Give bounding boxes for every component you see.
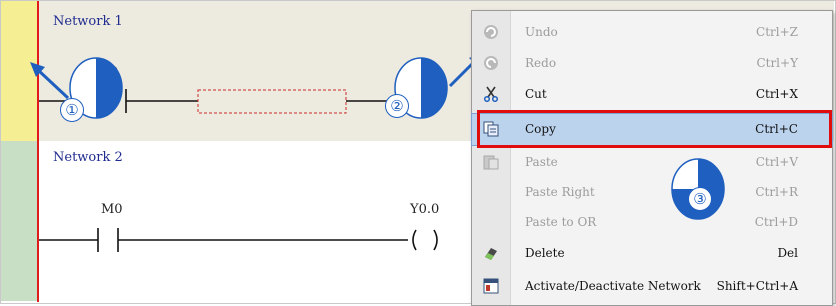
menu-item-label: Undo [525, 25, 558, 39]
network-2-rung [39, 228, 438, 252]
menu-item-shortcut: Ctrl+Y [756, 56, 798, 70]
redo-icon [483, 55, 499, 71]
menu-item-shortcut: Ctrl+X [755, 87, 798, 101]
callout-2: ② [385, 56, 453, 120]
callout-1: ① [60, 56, 128, 122]
menu-item-label: Paste to OR [525, 215, 597, 229]
callout-1-number: ① [60, 98, 84, 122]
eraser-icon [483, 245, 499, 261]
callout-3: ③ [666, 157, 730, 221]
menu-item-label: Delete [525, 246, 565, 260]
scissors-icon [483, 86, 499, 103]
menu-item-cut[interactable]: Cut Ctrl+X [472, 79, 832, 110]
menu-item-label: Cut [525, 87, 547, 101]
menu-item-shortcut: Shift+Ctrl+A [716, 279, 798, 293]
callout-2-number: ② [385, 94, 409, 118]
menu-item-redo[interactable]: Redo Ctrl+Y [472, 48, 832, 79]
menu-item-label: Paste Right [525, 185, 595, 199]
paste-icon [483, 154, 499, 170]
menu-item-shortcut: Ctrl+V [755, 155, 798, 169]
menu-item-shortcut: Ctrl+R [755, 185, 798, 199]
menu-item-shortcut: Ctrl+Z [756, 25, 798, 39]
menu-item-paste-to-or[interactable]: Paste to OR Ctrl+D [472, 207, 832, 238]
callout-3-number: ③ [688, 187, 712, 211]
network-toggle-icon [483, 278, 499, 294]
menu-item-paste-right[interactable]: Paste Right Ctrl+R [472, 177, 832, 208]
empty-instruction-placeholder [197, 89, 347, 114]
menu-item-label: Redo [525, 56, 557, 70]
network-2-coil [412, 229, 417, 251]
copy-highlight-frame [477, 110, 832, 148]
menu-item-delete[interactable]: Delete Del [472, 238, 832, 269]
menu-item-activate-deactivate-network[interactable]: Activate/Deactivate Network Shift+Ctrl+A [472, 271, 832, 302]
context-menu: Undo Ctrl+Z Redo Ctrl+Y Cut Ctrl+X Copy … [471, 10, 833, 306]
menu-item-label: Activate/Deactivate Network [525, 279, 701, 293]
menu-item-shortcut: Del [777, 246, 798, 260]
menu-item-label: Paste [525, 155, 558, 169]
menu-item-paste[interactable]: Paste Ctrl+V [472, 147, 832, 178]
menu-item-undo[interactable]: Undo Ctrl+Z [472, 17, 832, 48]
undo-icon [483, 24, 499, 40]
menu-item-shortcut: Ctrl+D [754, 215, 798, 229]
